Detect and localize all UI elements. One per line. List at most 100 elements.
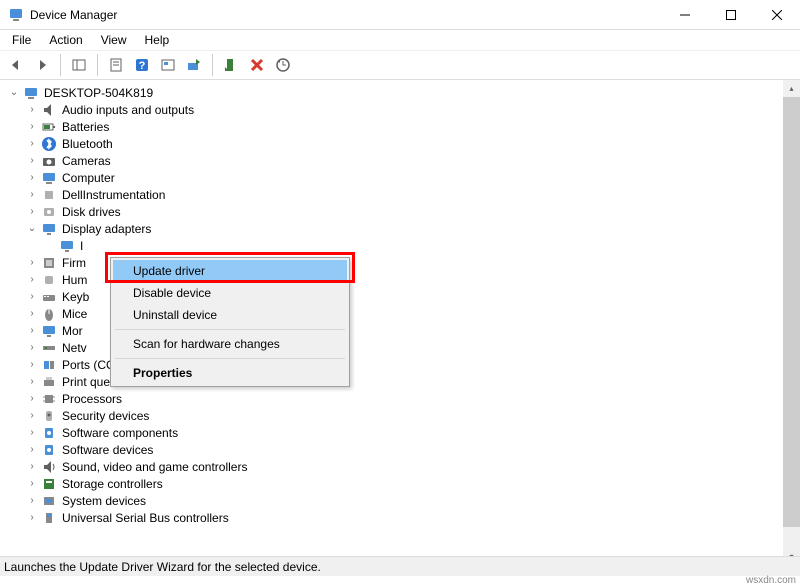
firmware-icon: [40, 255, 58, 271]
expander-icon[interactable]: ›: [24, 136, 40, 152]
expander-icon[interactable]: ›: [24, 187, 40, 203]
category-label: Sound, video and game controllers: [60, 460, 249, 474]
tree-category[interactable]: › Software components: [2, 424, 798, 441]
window-controls: [662, 0, 800, 29]
tree-category[interactable]: ›Universal Serial Bus controllers: [2, 509, 798, 526]
expander-icon[interactable]: ›: [24, 493, 40, 509]
tree-category[interactable]: › Batteries: [2, 118, 798, 135]
hid-icon: [40, 272, 58, 288]
expander-icon[interactable]: ›: [24, 204, 40, 220]
tree-category[interactable]: › Sound, video and game controllers: [2, 458, 798, 475]
scrollbar[interactable]: ▴ ▾: [783, 80, 800, 565]
app-icon: [8, 7, 24, 23]
menubar: File Action View Help: [0, 30, 800, 50]
properties-button[interactable]: [104, 53, 128, 77]
tree-category[interactable]: ›Cameras: [2, 152, 798, 169]
expander-icon[interactable]: ›: [24, 272, 40, 288]
bluetooth-icon: [40, 136, 58, 152]
minimize-button[interactable]: [662, 0, 708, 30]
menu-action[interactable]: Action: [41, 31, 90, 49]
context-menu: Update driverDisable deviceUninstall dev…: [110, 257, 350, 387]
close-button[interactable]: [754, 0, 800, 30]
expander-icon[interactable]: ›: [24, 357, 40, 373]
scan-hardware-button[interactable]: [271, 53, 295, 77]
help-button[interactable]: ?: [130, 53, 154, 77]
expander-icon[interactable]: ›: [24, 289, 40, 305]
expander-icon[interactable]: ›: [24, 340, 40, 356]
expander-icon[interactable]: ›: [24, 476, 40, 492]
expander-icon[interactable]: ›: [24, 374, 40, 390]
expander-icon[interactable]: ⌄: [6, 85, 22, 101]
expander-icon[interactable]: ›: [24, 408, 40, 424]
expander-icon[interactable]: ›: [24, 102, 40, 118]
expander-icon[interactable]: ›: [24, 510, 40, 526]
category-label: Batteries: [60, 120, 111, 134]
toolbar-separator: [212, 54, 213, 76]
maximize-button[interactable]: [708, 0, 754, 30]
show-hide-button[interactable]: [67, 53, 91, 77]
category-label: Processors: [60, 392, 124, 406]
context-menu-item[interactable]: Scan for hardware changes: [113, 333, 347, 355]
display-icon: [58, 238, 76, 254]
scroll-up-icon[interactable]: ▴: [783, 80, 800, 97]
menu-file[interactable]: File: [4, 31, 39, 49]
tree-category[interactable]: ›Software devices: [2, 441, 798, 458]
expander-icon[interactable]: ›: [24, 170, 40, 186]
category-label: Hum: [60, 273, 89, 287]
context-menu-item[interactable]: Uninstall device: [113, 304, 347, 326]
back-button[interactable]: [4, 53, 28, 77]
cpu-icon: [40, 391, 58, 407]
window-title: Device Manager: [30, 8, 662, 22]
security-icon: [40, 408, 58, 424]
update-driver-button[interactable]: [182, 53, 206, 77]
context-menu-separator: [115, 329, 345, 330]
expander-icon[interactable]: ›: [24, 323, 40, 339]
expander-icon[interactable]: ›: [24, 306, 40, 322]
tree-root[interactable]: ⌄ DESKTOP-504K819: [2, 84, 798, 101]
tree-category[interactable]: ⌄ Display adapters: [2, 220, 798, 237]
enable-button[interactable]: [219, 53, 243, 77]
camera-icon: [40, 153, 58, 169]
scan-button[interactable]: [156, 53, 180, 77]
expander-icon[interactable]: ›: [24, 425, 40, 441]
expander-icon[interactable]: ›: [24, 459, 40, 475]
category-label: Firm: [60, 256, 88, 270]
tree-category[interactable]: ›Audio inputs and outputs: [2, 101, 798, 118]
mouse-icon: [40, 306, 58, 322]
titlebar: Device Manager: [0, 0, 800, 30]
context-menu-item[interactable]: Update driver: [113, 260, 347, 282]
watermark: wsxdn.com: [746, 575, 796, 586]
expander-icon[interactable]: ›: [24, 119, 40, 135]
display-icon: [40, 221, 58, 237]
tree-category[interactable]: ›Storage controllers: [2, 475, 798, 492]
expander-icon[interactable]: ›: [24, 391, 40, 407]
expander-icon[interactable]: ›: [24, 442, 40, 458]
tree-category[interactable]: ›DellInstrumentation: [2, 186, 798, 203]
category-label: Disk drives: [60, 205, 123, 219]
toolbar: ?: [0, 50, 800, 80]
tree-device[interactable]: I: [2, 237, 798, 254]
tree-category[interactable]: ›Computer: [2, 169, 798, 186]
sound-icon: [40, 459, 58, 475]
expander-icon[interactable]: ›: [24, 255, 40, 271]
category-label: Software components: [60, 426, 180, 440]
status-text: Launches the Update Driver Wizard for th…: [4, 560, 321, 574]
expander-icon[interactable]: ⌄: [24, 221, 40, 237]
uninstall-button[interactable]: [245, 53, 269, 77]
usb-icon: [40, 510, 58, 526]
menu-help[interactable]: Help: [137, 31, 178, 49]
disk-icon: [40, 204, 58, 220]
scrollbar-thumb[interactable]: [783, 97, 800, 527]
tree-category[interactable]: ›System devices: [2, 492, 798, 509]
tree-category[interactable]: ›Bluetooth: [2, 135, 798, 152]
forward-button[interactable]: [30, 53, 54, 77]
context-menu-item[interactable]: Disable device: [113, 282, 347, 304]
menu-view[interactable]: View: [93, 31, 135, 49]
tree-category[interactable]: › Disk drives: [2, 203, 798, 220]
tree-category[interactable]: ›Security devices: [2, 407, 798, 424]
category-label: Display adapters: [60, 222, 153, 236]
tree-category[interactable]: › Processors: [2, 390, 798, 407]
expander-icon[interactable]: ›: [24, 153, 40, 169]
toolbar-separator: [60, 54, 61, 76]
context-menu-item[interactable]: Properties: [113, 362, 347, 384]
